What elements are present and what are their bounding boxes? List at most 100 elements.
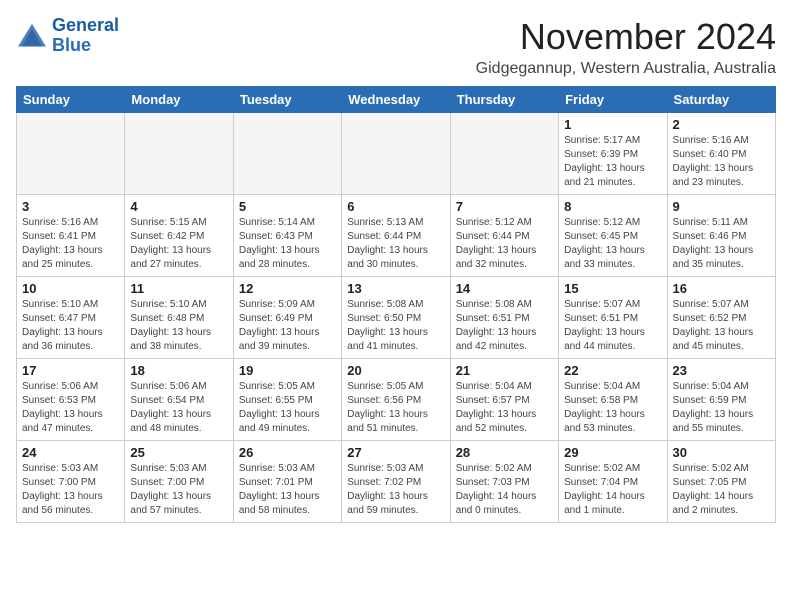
day-detail: Sunrise: 5:04 AM Sunset: 6:59 PM Dayligh… — [673, 380, 770, 436]
weekday-header: Saturday — [667, 87, 775, 113]
day-detail: Sunrise: 5:15 AM Sunset: 6:42 PM Dayligh… — [130, 216, 227, 272]
day-number: 2 — [673, 117, 770, 132]
day-number: 1 — [564, 117, 661, 132]
day-number: 23 — [673, 363, 770, 378]
day-detail: Sunrise: 5:16 AM Sunset: 6:40 PM Dayligh… — [673, 134, 770, 190]
day-number: 25 — [130, 445, 227, 460]
calendar-cell — [233, 113, 341, 195]
day-number: 14 — [456, 281, 553, 296]
calendar-week-row: 3Sunrise: 5:16 AM Sunset: 6:41 PM Daylig… — [17, 195, 776, 277]
day-number: 28 — [456, 445, 553, 460]
day-detail: Sunrise: 5:06 AM Sunset: 6:53 PM Dayligh… — [22, 380, 119, 436]
day-number: 9 — [673, 199, 770, 214]
calendar-cell: 20 Sunrise: 5:05 AM Sunset: 6:56 PM Dayli… — [342, 359, 450, 441]
weekday-header: Friday — [559, 87, 667, 113]
day-detail: Sunrise: 5:04 AM Sunset: 6:57 PM Dayligh… — [456, 380, 553, 436]
day-detail: Sunrise: 5:10 AM Sunset: 6:47 PM Dayligh… — [22, 298, 119, 354]
day-detail: Sunrise: 5:02 AM Sunset: 7:03 PM Dayligh… — [456, 462, 553, 518]
day-number: 15 — [564, 281, 661, 296]
day-number: 24 — [22, 445, 119, 460]
day-detail: Sunrise: 5:02 AM Sunset: 7:05 PM Dayligh… — [673, 462, 770, 518]
day-number: 18 — [130, 363, 227, 378]
day-number: 17 — [22, 363, 119, 378]
day-detail: Sunrise: 5:03 AM Sunset: 7:02 PM Dayligh… — [347, 462, 444, 518]
calendar-cell: 11Sunrise: 5:10 AM Sunset: 6:48 PM Dayli… — [125, 277, 233, 359]
day-number: 27 — [347, 445, 444, 460]
calendar-cell — [17, 113, 125, 195]
day-number: 8 — [564, 199, 661, 214]
logo-text: General Blue — [52, 16, 119, 56]
calendar-cell: 30 Sunrise: 5:02 AM Sunset: 7:05 PM Dayli… — [667, 441, 775, 523]
calendar-cell: 18Sunrise: 5:06 AM Sunset: 6:54 PM Dayli… — [125, 359, 233, 441]
day-detail: Sunrise: 5:03 AM Sunset: 7:00 PM Dayligh… — [130, 462, 227, 518]
calendar-week-row: 17 Sunrise: 5:06 AM Sunset: 6:53 PM Dayli… — [17, 359, 776, 441]
day-detail: Sunrise: 5:03 AM Sunset: 7:00 PM Dayligh… — [22, 462, 119, 518]
calendar-cell: 19 Sunrise: 5:05 AM Sunset: 6:55 PM Dayli… — [233, 359, 341, 441]
day-detail: Sunrise: 5:12 AM Sunset: 6:45 PM Dayligh… — [564, 216, 661, 272]
calendar-cell: 6Sunrise: 5:13 AM Sunset: 6:44 PM Daylig… — [342, 195, 450, 277]
calendar-cell: 13 Sunrise: 5:08 AM Sunset: 6:50 PM Dayli… — [342, 277, 450, 359]
title-block: November 2024 Gidgegannup, Western Austr… — [476, 16, 776, 78]
calendar-cell: 22Sunrise: 5:04 AM Sunset: 6:58 PM Dayli… — [559, 359, 667, 441]
calendar: SundayMondayTuesdayWednesdayThursdayFrid… — [16, 86, 776, 523]
calendar-cell: 29 Sunrise: 5:02 AM Sunset: 7:04 PM Dayli… — [559, 441, 667, 523]
calendar-cell: 21 Sunrise: 5:04 AM Sunset: 6:57 PM Dayli… — [450, 359, 558, 441]
calendar-cell: 25 Sunrise: 5:03 AM Sunset: 7:00 PM Dayli… — [125, 441, 233, 523]
day-detail: Sunrise: 5:09 AM Sunset: 6:49 PM Dayligh… — [239, 298, 336, 354]
calendar-cell: 10 Sunrise: 5:10 AM Sunset: 6:47 PM Dayli… — [17, 277, 125, 359]
day-detail: Sunrise: 5:05 AM Sunset: 6:56 PM Dayligh… — [347, 380, 444, 436]
logo: General Blue — [16, 16, 119, 56]
day-number: 22 — [564, 363, 661, 378]
day-number: 30 — [673, 445, 770, 460]
day-detail: Sunrise: 5:07 AM Sunset: 6:51 PM Dayligh… — [564, 298, 661, 354]
day-number: 16 — [673, 281, 770, 296]
day-number: 21 — [456, 363, 553, 378]
calendar-cell: 14 Sunrise: 5:08 AM Sunset: 6:51 PM Dayli… — [450, 277, 558, 359]
calendar-cell: 12 Sunrise: 5:09 AM Sunset: 6:49 PM Dayli… — [233, 277, 341, 359]
month-title: November 2024 — [476, 16, 776, 58]
weekday-header: Sunday — [17, 87, 125, 113]
calendar-cell: 27 Sunrise: 5:03 AM Sunset: 7:02 PM Dayli… — [342, 441, 450, 523]
calendar-cell: 15 Sunrise: 5:07 AM Sunset: 6:51 PM Dayli… — [559, 277, 667, 359]
calendar-cell: 26 Sunrise: 5:03 AM Sunset: 7:01 PM Dayli… — [233, 441, 341, 523]
calendar-cell: 7 Sunrise: 5:12 AM Sunset: 6:44 PM Daylig… — [450, 195, 558, 277]
calendar-week-row: 10 Sunrise: 5:10 AM Sunset: 6:47 PM Dayli… — [17, 277, 776, 359]
day-detail: Sunrise: 5:11 AM Sunset: 6:46 PM Dayligh… — [673, 216, 770, 272]
weekday-header-row: SundayMondayTuesdayWednesdayThursdayFrid… — [17, 87, 776, 113]
day-detail: Sunrise: 5:17 AM Sunset: 6:39 PM Dayligh… — [564, 134, 661, 190]
weekday-header: Thursday — [450, 87, 558, 113]
day-number: 20 — [347, 363, 444, 378]
weekday-header: Wednesday — [342, 87, 450, 113]
day-number: 19 — [239, 363, 336, 378]
logo-icon — [16, 22, 48, 50]
day-number: 29 — [564, 445, 661, 460]
location-title: Gidgegannup, Western Australia, Australi… — [476, 60, 776, 78]
day-number: 12 — [239, 281, 336, 296]
calendar-cell: 5Sunrise: 5:14 AM Sunset: 6:43 PM Daylig… — [233, 195, 341, 277]
day-number: 4 — [130, 199, 227, 214]
calendar-cell: 24 Sunrise: 5:03 AM Sunset: 7:00 PM Dayli… — [17, 441, 125, 523]
day-detail: Sunrise: 5:14 AM Sunset: 6:43 PM Dayligh… — [239, 216, 336, 272]
weekday-header: Monday — [125, 87, 233, 113]
day-detail: Sunrise: 5:03 AM Sunset: 7:01 PM Dayligh… — [239, 462, 336, 518]
calendar-cell — [125, 113, 233, 195]
calendar-cell — [450, 113, 558, 195]
calendar-cell: 1 Sunrise: 5:17 AM Sunset: 6:39 PM Daylig… — [559, 113, 667, 195]
day-detail: Sunrise: 5:12 AM Sunset: 6:44 PM Dayligh… — [456, 216, 553, 272]
day-detail: Sunrise: 5:02 AM Sunset: 7:04 PM Dayligh… — [564, 462, 661, 518]
calendar-cell: 8 Sunrise: 5:12 AM Sunset: 6:45 PM Daylig… — [559, 195, 667, 277]
day-detail: Sunrise: 5:08 AM Sunset: 6:50 PM Dayligh… — [347, 298, 444, 354]
day-number: 7 — [456, 199, 553, 214]
day-number: 10 — [22, 281, 119, 296]
day-detail: Sunrise: 5:05 AM Sunset: 6:55 PM Dayligh… — [239, 380, 336, 436]
weekday-header: Tuesday — [233, 87, 341, 113]
calendar-cell: 2 Sunrise: 5:16 AM Sunset: 6:40 PM Daylig… — [667, 113, 775, 195]
day-number: 13 — [347, 281, 444, 296]
calendar-week-row: 24 Sunrise: 5:03 AM Sunset: 7:00 PM Dayli… — [17, 441, 776, 523]
calendar-cell — [342, 113, 450, 195]
calendar-cell: 9 Sunrise: 5:11 AM Sunset: 6:46 PM Daylig… — [667, 195, 775, 277]
day-number: 11 — [130, 281, 227, 296]
day-detail: Sunrise: 5:08 AM Sunset: 6:51 PM Dayligh… — [456, 298, 553, 354]
page-header: General Blue November 2024 Gidgegannup, … — [16, 16, 776, 78]
day-number: 26 — [239, 445, 336, 460]
